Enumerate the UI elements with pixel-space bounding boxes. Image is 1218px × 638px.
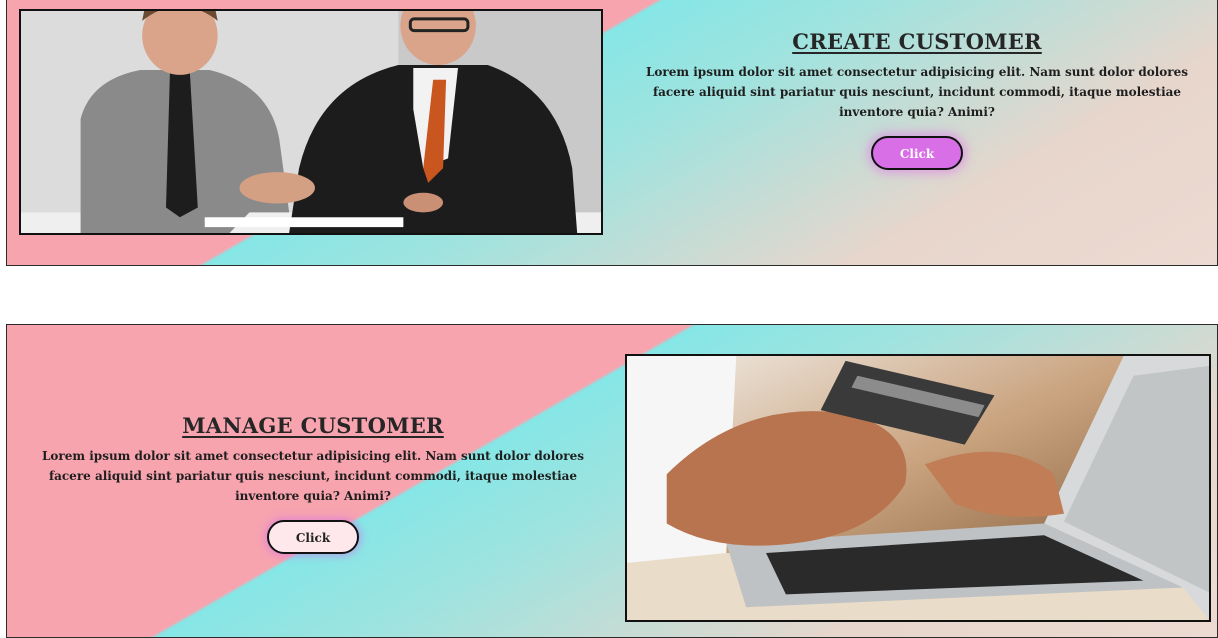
credit-card-laptop-photo <box>625 354 1211 622</box>
create-customer-content: CREATE CUSTOMER Lorem ipsum dolor sit am… <box>619 29 1215 170</box>
section-title: MANAGE CUSTOMER <box>182 413 444 438</box>
handshake-photo <box>19 9 603 235</box>
credit-card-laptop-image <box>627 356 1209 620</box>
section-title: CREATE CUSTOMER <box>792 29 1042 54</box>
handshake-image <box>21 11 601 233</box>
create-customer-click-button[interactable]: Click <box>871 136 963 170</box>
manage-customer-content: MANAGE CUSTOMER Lorem ipsum dolor sit am… <box>13 413 613 554</box>
create-customer-section: CREATE CUSTOMER Lorem ipsum dolor sit am… <box>6 0 1218 266</box>
manage-customer-click-button[interactable]: Click <box>267 520 359 554</box>
manage-customer-section: MANAGE CUSTOMER Lorem ipsum dolor sit am… <box>6 324 1218 638</box>
section-description: Lorem ipsum dolor sit amet consectetur a… <box>645 65 1189 119</box>
section-description: Lorem ipsum dolor sit amet consectetur a… <box>41 449 585 503</box>
